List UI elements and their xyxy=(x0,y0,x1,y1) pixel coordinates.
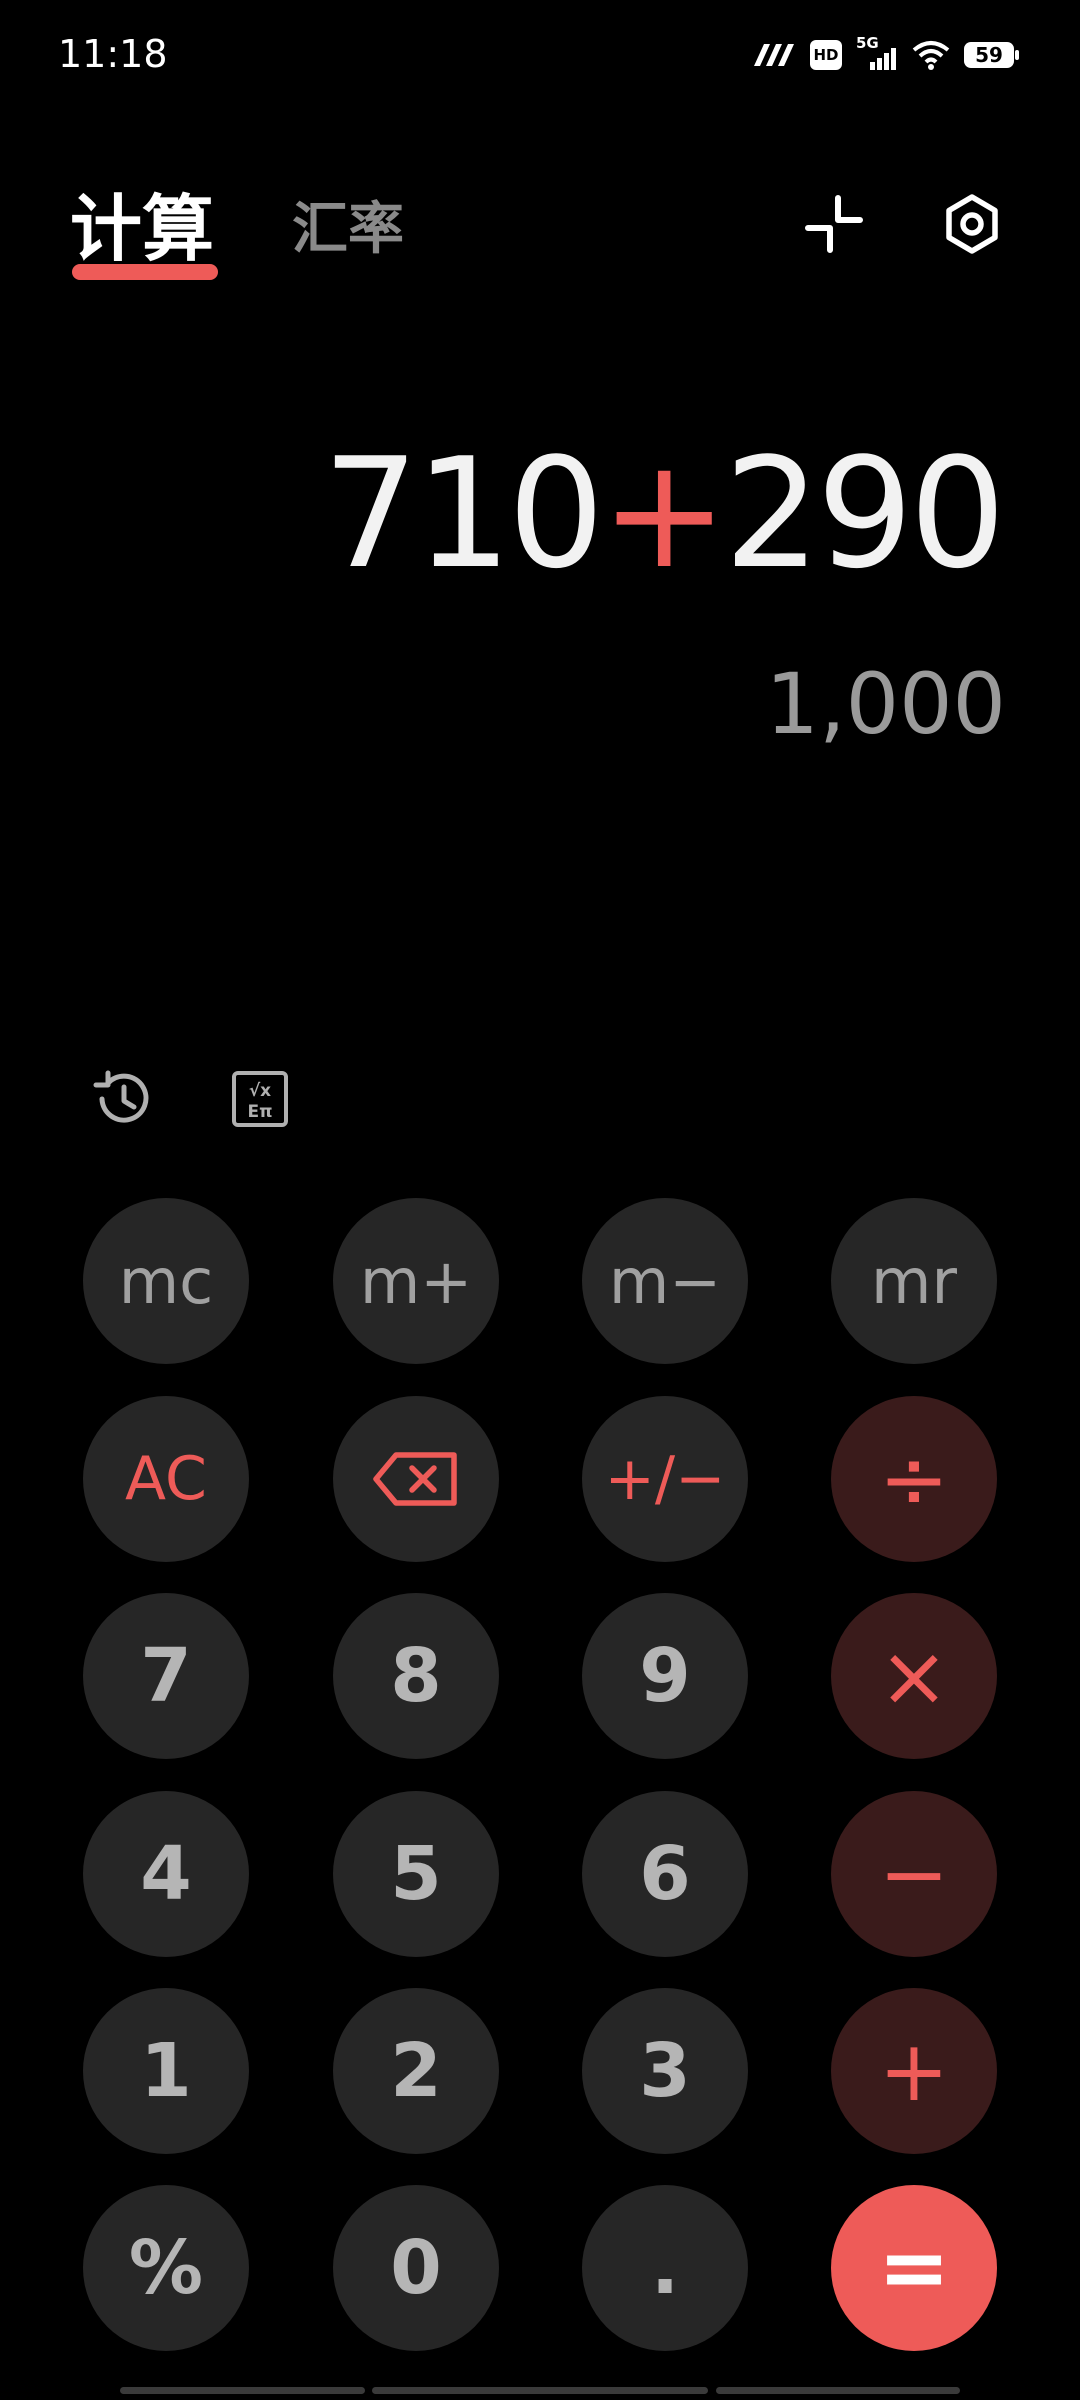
hd-icon: HD xyxy=(810,40,842,70)
digit-8-label: 8 xyxy=(390,1633,442,1719)
operand-1: 710 xyxy=(322,425,604,602)
settings-button[interactable] xyxy=(938,190,1006,258)
mr-label: mr xyxy=(871,1244,957,1318)
sign-toggle-label: +/− xyxy=(604,1444,726,1514)
history-button[interactable] xyxy=(90,1067,154,1131)
plus-button[interactable]: + xyxy=(831,1988,997,2154)
collapse-button[interactable] xyxy=(800,190,868,258)
expression-operator: + xyxy=(600,425,728,602)
gesture-bar-left xyxy=(120,2387,365,2394)
digit-8-button[interactable]: 8 xyxy=(333,1593,499,1759)
expression-display: 710+290 xyxy=(322,425,1006,602)
status-bar: 11:18 HD 5G 59 xyxy=(0,0,1080,110)
scientific-button[interactable]: √x Eπ xyxy=(228,1067,292,1131)
mc-button[interactable]: mc xyxy=(83,1198,249,1364)
decimal-label: . xyxy=(650,2225,680,2311)
result-display: 1,000 xyxy=(765,655,1006,753)
plus-label: + xyxy=(878,2022,950,2120)
digit-0-button[interactable]: 0 xyxy=(333,2185,499,2351)
hd-label: HD xyxy=(813,46,839,64)
gesture-bar-right xyxy=(716,2387,960,2394)
m-plus-button[interactable]: m+ xyxy=(333,1198,499,1364)
percent-button[interactable]: % xyxy=(83,2185,249,2351)
digit-7-button[interactable]: 7 xyxy=(83,1593,249,1759)
minus-label: − xyxy=(878,1825,950,1923)
all-clear-button[interactable]: AC xyxy=(83,1396,249,1562)
ac-label: AC xyxy=(125,1444,207,1514)
digit-3-label: 3 xyxy=(639,2028,691,2114)
multiply-label: × xyxy=(878,1627,950,1725)
decimal-button[interactable]: . xyxy=(582,2185,748,2351)
collapse-icon xyxy=(805,195,863,253)
digit-5-label: 5 xyxy=(390,1831,442,1917)
minus-button[interactable]: − xyxy=(831,1791,997,1957)
backspace-icon xyxy=(373,1452,457,1506)
divide-label: ÷ xyxy=(878,1430,950,1528)
active-tab-indicator xyxy=(72,264,218,280)
digit-2-label: 2 xyxy=(390,2028,442,2114)
digit-3-button[interactable]: 3 xyxy=(582,1988,748,2154)
status-time: 11:18 xyxy=(58,32,168,76)
settings-icon xyxy=(946,194,998,254)
digit-5-button[interactable]: 5 xyxy=(333,1791,499,1957)
digit-6-button[interactable]: 6 xyxy=(582,1791,748,1957)
m-plus-label: m+ xyxy=(359,1244,473,1318)
digit-4-button[interactable]: 4 xyxy=(83,1791,249,1957)
signal-brand-icon xyxy=(754,44,794,66)
mc-label: mc xyxy=(118,1244,214,1318)
m-minus-button[interactable]: m− xyxy=(582,1198,748,1364)
divide-button[interactable]: ÷ xyxy=(831,1396,997,1562)
battery-level: 59 xyxy=(975,43,1003,67)
digit-1-label: 1 xyxy=(140,2028,192,2114)
digit-1-button[interactable]: 1 xyxy=(83,1988,249,2154)
keypad: mc m+ m− mr AC +/− ÷ 7 8 9 × 4 5 6 − 1 2… xyxy=(0,0,1080,2400)
svg-text:√x: √x xyxy=(249,1081,271,1101)
battery-icon: 59 xyxy=(964,40,1020,70)
digit-0-label: 0 xyxy=(390,2225,442,2311)
svg-text:Eπ: Eπ xyxy=(247,1102,272,1122)
digit-9-label: 9 xyxy=(639,1633,691,1719)
wifi-icon xyxy=(912,41,950,70)
equals-label: = xyxy=(877,2218,951,2318)
tab-exchange-rate[interactable]: 汇率 xyxy=(292,184,404,265)
digit-7-label: 7 xyxy=(140,1633,192,1719)
backspace-button[interactable] xyxy=(333,1396,499,1562)
digit-2-button[interactable]: 2 xyxy=(333,1988,499,2154)
tab-calculate[interactable]: 计算 xyxy=(70,170,214,275)
m-minus-label: m− xyxy=(608,1244,722,1318)
history-icon xyxy=(93,1070,149,1123)
percent-label: % xyxy=(128,2225,204,2311)
status-icons: HD 5G 59 xyxy=(750,34,1020,72)
scientific-icon: √x Eπ xyxy=(232,1071,288,1127)
sign-toggle-button[interactable]: +/− xyxy=(582,1396,748,1562)
gesture-bar-center xyxy=(372,2387,708,2394)
equals-button[interactable]: = xyxy=(831,2185,997,2351)
operand-2: 290 xyxy=(723,425,1006,602)
multiply-button[interactable]: × xyxy=(831,1593,997,1759)
cell-signal-icon: 5G xyxy=(856,34,898,72)
digit-9-button[interactable]: 9 xyxy=(582,1593,748,1759)
mr-button[interactable]: mr xyxy=(831,1198,997,1364)
digit-6-label: 6 xyxy=(639,1831,691,1917)
digit-4-label: 4 xyxy=(140,1831,192,1917)
